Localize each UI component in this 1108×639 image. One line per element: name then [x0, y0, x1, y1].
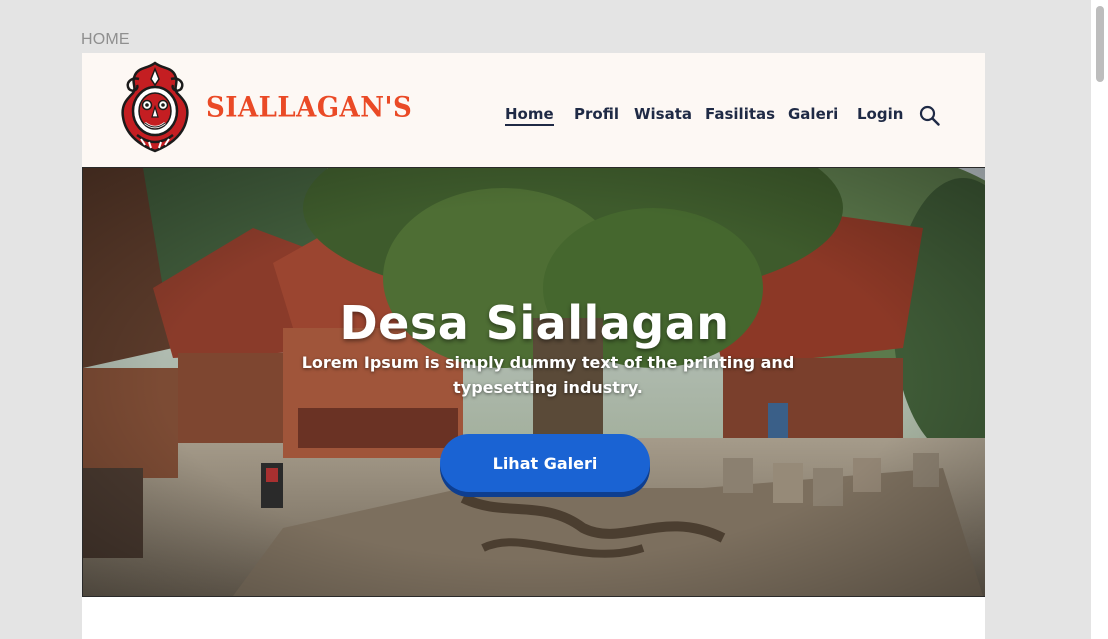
nav-home[interactable]: Home	[505, 105, 554, 126]
hero-subtitle: Lorem Ipsum is simply dummy text of the …	[301, 353, 795, 397]
nav-fasilitas[interactable]: Fasilitas	[705, 105, 775, 123]
lihat-galeri-button[interactable]: Lihat Galeri	[440, 434, 650, 492]
nav-galeri[interactable]: Galeri	[788, 105, 838, 123]
nav-profil[interactable]: Profil	[574, 105, 619, 123]
batak-ornament-logo-icon[interactable]	[117, 59, 193, 155]
scrollbar-thumb[interactable]	[1096, 6, 1104, 82]
scrollbar-track[interactable]	[1091, 0, 1108, 639]
hero-section: Desa Siallagan Lorem Ipsum is simply dum…	[82, 168, 985, 597]
hero-title: Desa Siallagan	[339, 296, 730, 350]
site-header: SIALLAGAN'S Home Profil Wisata Fasilitas…	[82, 53, 985, 168]
brand-name[interactable]: SIALLAGAN'S	[206, 92, 412, 124]
search-icon[interactable]	[919, 105, 940, 126]
frame-label: HOME	[81, 31, 130, 48]
nav-wisata[interactable]: Wisata	[634, 105, 692, 123]
nav-login[interactable]: Login	[857, 105, 903, 123]
page: SIALLAGAN'S Home Profil Wisata Fasilitas…	[82, 53, 985, 639]
